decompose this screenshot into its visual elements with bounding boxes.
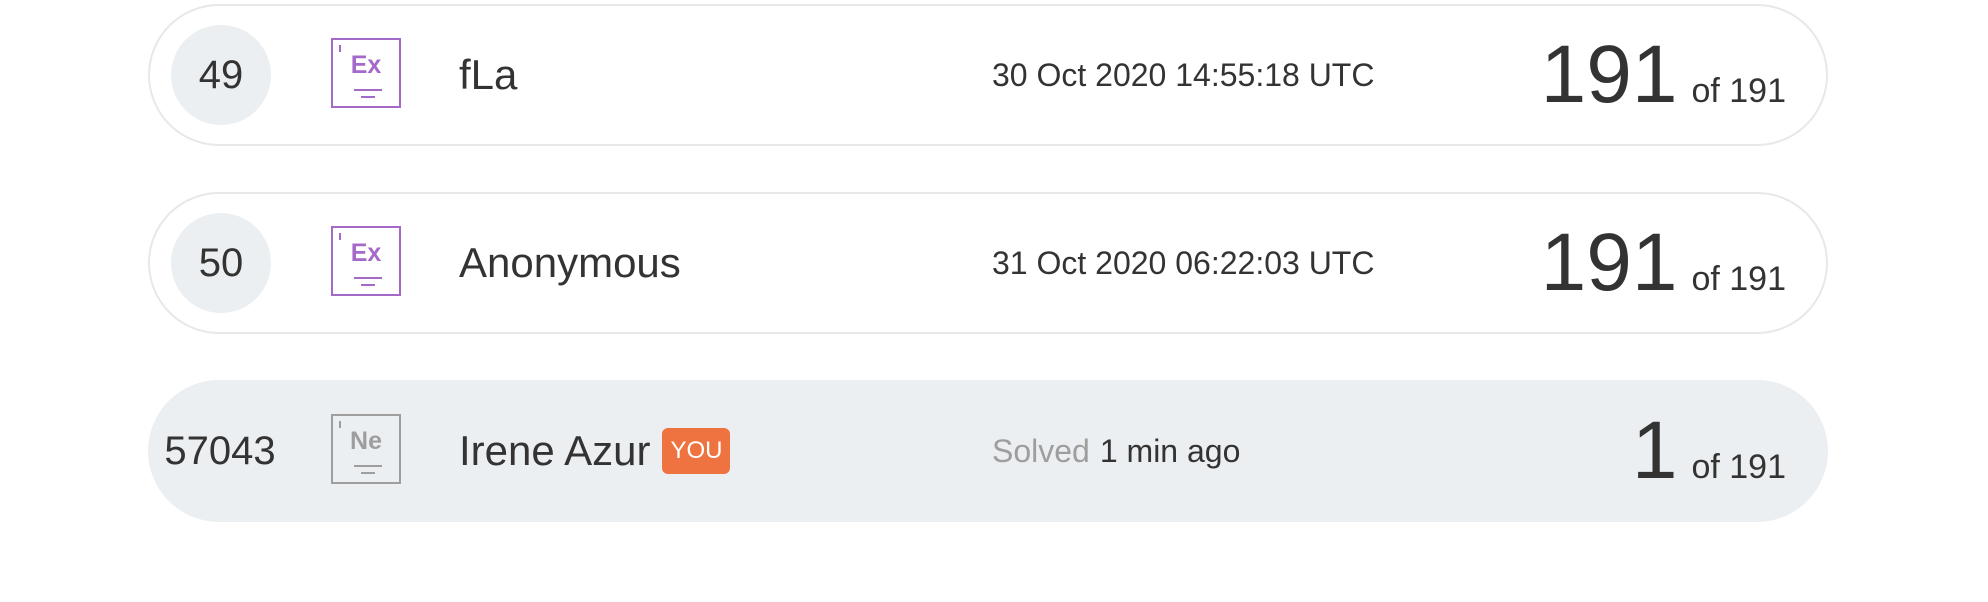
score-value: 1 xyxy=(1631,405,1678,496)
level-symbol: Ex xyxy=(350,239,382,267)
score: 191 of 191 xyxy=(1541,194,1786,332)
solve-time: 1 min ago xyxy=(1099,432,1241,469)
score-total: of 191 xyxy=(1691,72,1786,110)
rank-badge: 49 xyxy=(171,25,271,125)
you-badge: YOU xyxy=(662,428,731,474)
user-name-link[interactable]: Anonymous xyxy=(459,194,681,332)
solve-time: 31 Oct 2020 06:22:03 UTC xyxy=(992,244,1375,281)
score-total: of 191 xyxy=(1691,260,1786,298)
user-name-link[interactable]: Irene Azur xyxy=(459,427,650,475)
score-value: 191 xyxy=(1540,29,1678,120)
current-user-row[interactable]: 57043 Ne Irene Azur YOU Solved 1 min ago… xyxy=(148,380,1828,522)
element-tile-icon: Ex xyxy=(331,226,401,296)
solve-time-cell: Solved 1 min ago xyxy=(992,382,1240,520)
level-symbol: Ne xyxy=(350,427,382,455)
score: 1 of 191 xyxy=(1632,382,1786,520)
solve-time: 30 Oct 2020 14:55:18 UTC xyxy=(992,56,1375,93)
level-symbol: Ex xyxy=(350,51,382,79)
score-value: 191 xyxy=(1540,217,1678,308)
user-name-cell: Irene Azur YOU xyxy=(459,382,731,520)
solved-label: Solved xyxy=(992,432,1090,469)
element-tile-icon: Ne xyxy=(331,414,401,484)
user-name-link[interactable]: fLa xyxy=(459,6,517,144)
leaderboard-row[interactable]: 49 Ex fLa 30 Oct 2020 14:55:18 UTC 191 o… xyxy=(148,4,1828,146)
score-total: of 191 xyxy=(1691,448,1786,486)
rank-badge: 57043 xyxy=(164,428,276,473)
element-tile-icon: Ex xyxy=(331,38,401,108)
rank-badge: 50 xyxy=(171,213,271,313)
leaderboard-row[interactable]: 50 Ex Anonymous 31 Oct 2020 06:22:03 UTC… xyxy=(148,192,1828,334)
score: 191 of 191 xyxy=(1541,6,1786,144)
leaderboard-list: 49 Ex fLa 30 Oct 2020 14:55:18 UTC 191 o… xyxy=(0,0,1988,602)
